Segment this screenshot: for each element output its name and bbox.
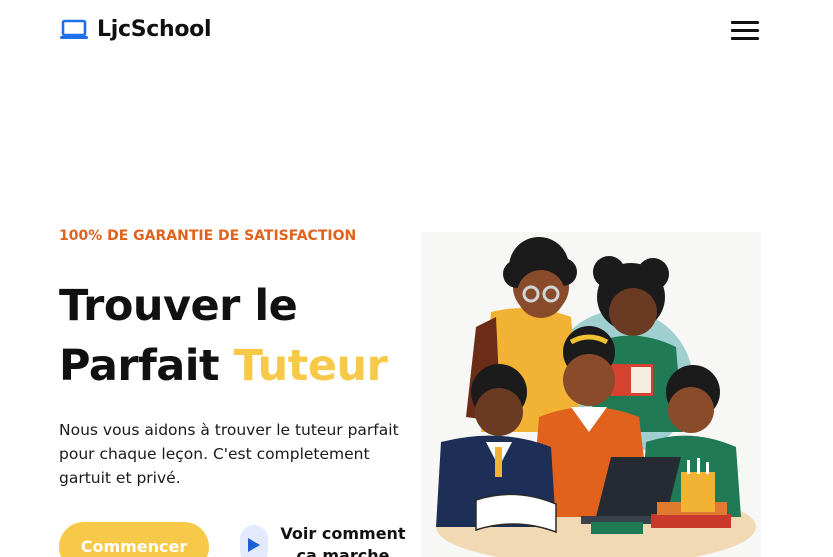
headline-line-2-prefix: Parfait (59, 341, 234, 391)
hero-description: Nous vous aidons à trouver le tuteur par… (59, 421, 399, 487)
play-icon (248, 538, 260, 552)
satisfaction-eyebrow: 100% DE GARANTIE DE SATISFACTION (59, 228, 357, 244)
headline-accent-word: Tuteur (233, 341, 388, 391)
students-illustration (421, 232, 761, 557)
hero-headline: Trouver le Parfait Tuteur (59, 276, 388, 396)
hero-section: 100% DE GARANTIE DE SATISFACTION Trouver… (0, 0, 833, 557)
headline-line-1: Trouver le (59, 281, 298, 331)
get-started-button[interactable]: Commencer (59, 522, 209, 557)
how-it-works-link[interactable]: Voir comment ça marche (280, 523, 406, 557)
play-video-button[interactable] (240, 525, 268, 557)
